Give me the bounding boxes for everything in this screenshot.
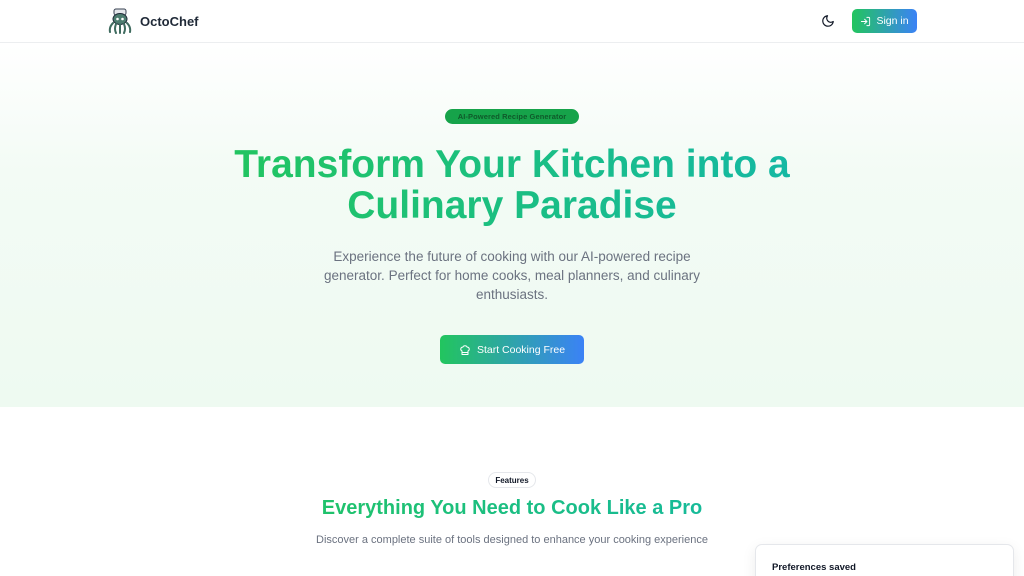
brand-link[interactable]: OctoChef xyxy=(107,8,199,34)
octopus-logo-icon xyxy=(108,8,132,34)
features-badge: Features xyxy=(488,472,536,488)
theme-toggle-button[interactable] xyxy=(818,11,838,31)
start-cooking-label: Start Cooking Free xyxy=(476,343,566,356)
hero-title: Transform Your Kitchen into a Culinary P… xyxy=(212,144,812,226)
top-nav: OctoChef Sign in xyxy=(0,0,1024,43)
chef-hat-icon xyxy=(460,344,470,355)
sign-in-button[interactable]: Sign in xyxy=(852,9,917,33)
hero-section: AI-Powered Recipe Generator Transform Yo… xyxy=(0,44,1024,407)
features-title: Everything You Need to Cook Like a Pro xyxy=(212,497,812,520)
hero-title-line-2: Culinary Paradise xyxy=(347,184,677,227)
hero-badge: AI-Powered Recipe Generator xyxy=(445,109,579,124)
toast-title: Preferences saved xyxy=(772,562,856,573)
login-icon xyxy=(861,16,871,26)
hero-subtitle: Experience the future of cooking with ou… xyxy=(324,249,700,302)
moon-icon xyxy=(822,15,834,27)
toast-notification: Preferences saved xyxy=(755,544,1014,576)
sign-in-label: Sign in xyxy=(876,15,909,27)
features-subtitle: Discover a complete suite of tools desig… xyxy=(316,534,708,546)
brand-name: OctoChef xyxy=(140,13,199,29)
hero-title-line-1: Transform Your Kitchen into a xyxy=(234,143,790,186)
start-cooking-button[interactable]: Start Cooking Free xyxy=(440,335,584,364)
